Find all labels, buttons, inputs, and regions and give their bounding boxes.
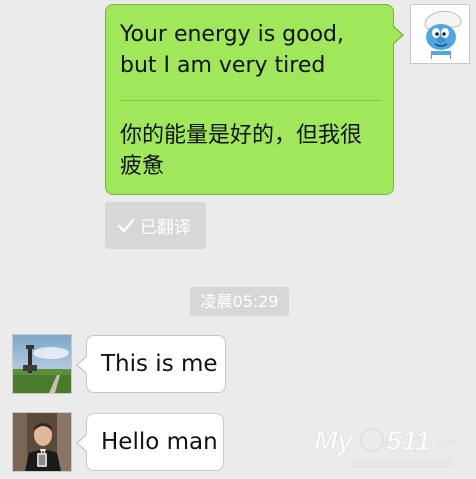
outgoing-message-text: Your energy is good, but I am very tired [120,22,345,78]
peer-avatar[interactable] [12,334,72,394]
peer-avatar[interactable] [12,412,72,472]
self-avatar[interactable] [410,4,470,64]
incoming-message-bubble[interactable]: Hello man [76,413,224,471]
chat-view: Your energy is good, but I am very tired… [0,0,476,479]
outgoing-message-bubble[interactable]: Your energy is good, but I am very tired… [105,4,404,195]
message-timestamp: 凌晨05:29 [190,287,289,316]
incoming-message-text: Hello man [101,429,218,455]
translation-divider [120,100,381,101]
person-selfie-avatar-icon [13,413,71,471]
outgoing-message-translation: 你的能量是好的，但我很疲惫 [120,123,363,179]
watermark-logo: My 511 .com [314,425,456,468]
translated-label: 已翻译 [140,218,191,238]
landscape-tower-avatar-icon [13,335,71,393]
check-icon [117,218,135,232]
svg-text:.com: .com [434,438,456,449]
svg-text:My: My [314,425,354,456]
incoming-message-bubble[interactable]: This is me [76,335,226,393]
incoming-message-text: This is me [101,351,218,377]
translated-badge[interactable]: 已翻译 [105,202,206,249]
smurf-avatar-icon [411,5,469,63]
svg-text:511: 511 [386,425,431,456]
